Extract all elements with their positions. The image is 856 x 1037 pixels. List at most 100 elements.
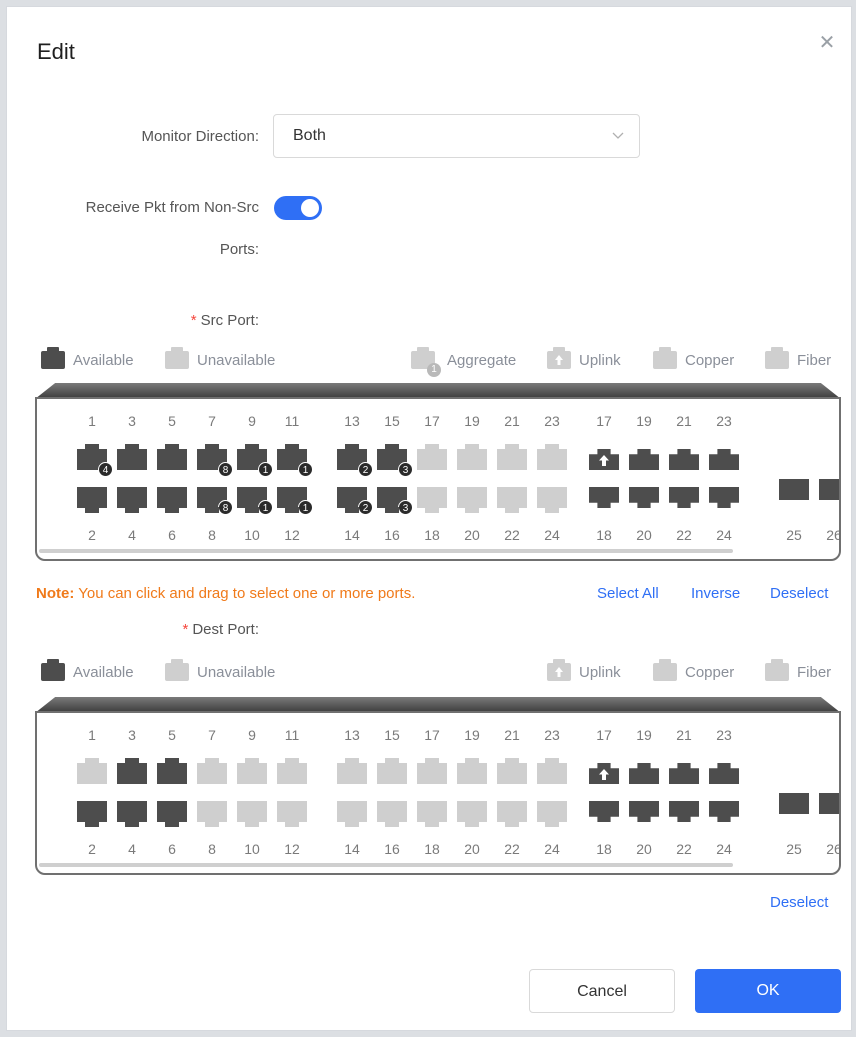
unavailable-port[interactable] <box>77 758 107 784</box>
legend-aggregate-text: Aggregate <box>447 351 517 369</box>
port-number: 12 <box>284 841 300 857</box>
port-number: 22 <box>676 527 692 543</box>
copper-port[interactable] <box>629 763 659 784</box>
legend-aggregate: 1 Aggregate <box>411 347 517 377</box>
available-port[interactable]: 1 <box>277 444 313 477</box>
port-number: 23 <box>544 727 560 743</box>
copper-port[interactable] <box>709 801 739 822</box>
unavailable-port[interactable] <box>497 487 527 513</box>
note-text: You can click and drag to select one or … <box>74 585 416 602</box>
monitor-direction-select[interactable]: Both <box>273 114 640 158</box>
copper-port[interactable] <box>589 801 619 822</box>
copper-port[interactable] <box>589 487 619 508</box>
port-number: 10 <box>244 841 260 857</box>
available-port[interactable] <box>117 487 147 513</box>
copper-port[interactable] <box>669 449 699 470</box>
legend-copper: Copper <box>653 347 734 369</box>
available-port[interactable]: 1 <box>277 487 313 515</box>
available-port[interactable]: 2 <box>337 444 373 477</box>
legend-fiber-text: Fiber <box>797 663 832 681</box>
port-number: 5 <box>168 727 176 743</box>
uplink-port[interactable] <box>589 763 619 784</box>
available-port[interactable] <box>157 801 187 827</box>
copper-port[interactable] <box>629 487 659 508</box>
available-port[interactable]: 3 <box>377 444 413 477</box>
ok-button[interactable]: OK <box>695 969 841 1013</box>
available-port[interactable]: 2 <box>337 487 373 515</box>
available-port[interactable]: 8 <box>197 487 233 515</box>
available-port[interactable] <box>117 444 147 470</box>
available-port[interactable]: 1 <box>237 487 273 515</box>
unavailable-port[interactable] <box>537 487 567 513</box>
uplink-port[interactable] <box>589 449 619 470</box>
unavailable-port[interactable] <box>537 801 567 827</box>
unavailable-port[interactable] <box>497 758 527 784</box>
available-port[interactable] <box>157 487 187 513</box>
dest-panel-scrollbar[interactable] <box>39 863 733 867</box>
port-number: 25 <box>786 841 802 857</box>
unavailable-port[interactable] <box>277 801 307 827</box>
close-icon[interactable]: ✕ <box>817 33 837 53</box>
available-port[interactable] <box>77 487 107 513</box>
available-port[interactable] <box>77 801 107 827</box>
available-port[interactable] <box>157 444 187 470</box>
available-port[interactable]: 3 <box>377 487 413 515</box>
available-port[interactable] <box>117 758 147 784</box>
copper-port[interactable] <box>709 449 739 470</box>
copper-port[interactable] <box>629 449 659 470</box>
copper-port[interactable] <box>709 487 739 508</box>
copper-port[interactable] <box>669 763 699 784</box>
unavailable-port[interactable] <box>377 801 407 827</box>
unavailable-port[interactable] <box>457 758 487 784</box>
dest-legend-unavailable: Unavailable <box>165 659 275 681</box>
unavailable-port[interactable] <box>417 801 447 827</box>
unavailable-port[interactable] <box>237 801 267 827</box>
unavailable-port[interactable] <box>497 444 527 470</box>
port-number: 26 <box>826 841 841 857</box>
copper-port[interactable] <box>669 801 699 822</box>
fiber-port[interactable] <box>779 479 809 500</box>
cancel-button[interactable]: Cancel <box>529 969 675 1013</box>
unavailable-port[interactable] <box>197 758 227 784</box>
unavailable-port[interactable] <box>417 758 447 784</box>
available-port[interactable]: 1 <box>237 444 273 477</box>
unavailable-port[interactable] <box>497 801 527 827</box>
unavailable-port[interactable] <box>417 444 447 470</box>
unavailable-port[interactable] <box>457 444 487 470</box>
unavailable-port[interactable] <box>377 758 407 784</box>
copper-icon <box>653 347 677 369</box>
unavailable-port[interactable] <box>197 801 227 827</box>
port-number: 22 <box>504 527 520 543</box>
dest-deselect-link[interactable]: Deselect <box>770 894 828 911</box>
deselect-link[interactable]: Deselect <box>770 585 828 602</box>
available-port[interactable] <box>117 801 147 827</box>
fiber-port[interactable] <box>819 793 839 814</box>
copper-port[interactable] <box>709 763 739 784</box>
unavailable-port[interactable] <box>337 801 367 827</box>
port-number: 20 <box>636 841 652 857</box>
unavailable-port[interactable] <box>457 487 487 513</box>
legend-available: Available <box>41 347 134 369</box>
unavailable-port[interactable] <box>237 758 267 784</box>
fiber-port[interactable] <box>819 479 839 500</box>
inverse-link[interactable]: Inverse <box>691 585 740 602</box>
note-prefix: Note: <box>36 585 75 602</box>
unavailable-port[interactable] <box>277 758 307 784</box>
available-port[interactable]: 8 <box>197 444 233 477</box>
unavailable-port[interactable] <box>537 758 567 784</box>
unavailable-port[interactable] <box>457 801 487 827</box>
available-port[interactable] <box>157 758 187 784</box>
src-panel-scrollbar[interactable] <box>39 549 733 553</box>
copper-port[interactable] <box>669 487 699 508</box>
copper-port[interactable] <box>629 801 659 822</box>
unavailable-icon <box>165 347 189 369</box>
unavailable-port[interactable] <box>537 444 567 470</box>
select-all-link[interactable]: Select All <box>597 585 659 602</box>
unavailable-port[interactable] <box>337 758 367 784</box>
fiber-port[interactable] <box>779 793 809 814</box>
available-port[interactable]: 4 <box>77 444 113 477</box>
port-number: 3 <box>128 413 136 429</box>
port-number: 1 <box>88 413 96 429</box>
receive-pkt-toggle[interactable] <box>274 196 322 220</box>
unavailable-port[interactable] <box>417 487 447 513</box>
